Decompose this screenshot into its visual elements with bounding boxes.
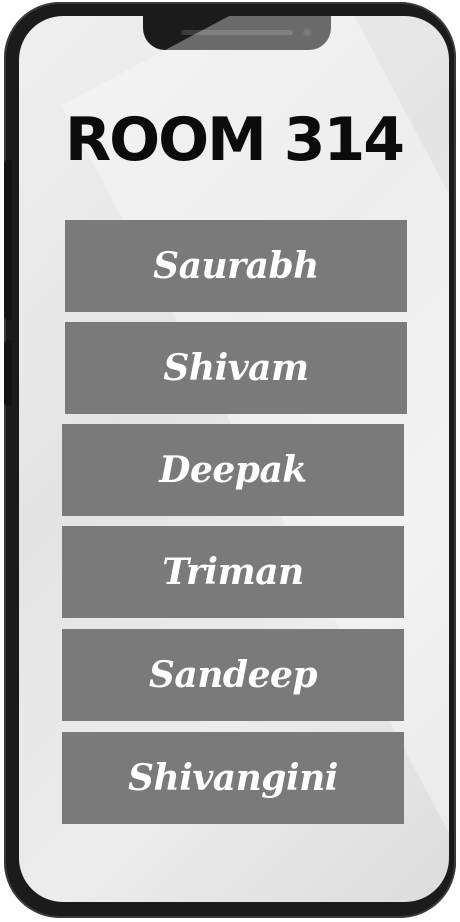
member-name: Saurabh (153, 245, 319, 287)
list-item-member-4[interactable]: Triman (62, 526, 404, 618)
list-item-member-3[interactable]: Deepak (62, 424, 404, 516)
member-name: Sandeep (148, 654, 318, 696)
list-item-member-6[interactable]: Shivangini (62, 732, 404, 824)
power-button (4, 340, 12, 406)
member-name: Triman (162, 551, 304, 593)
volume-button (4, 160, 12, 320)
member-name: Deepak (159, 449, 307, 491)
phone-frame: ROOM 314 Saurabh Shivam Deepak Triman Sa… (4, 2, 456, 918)
phone-screen: ROOM 314 Saurabh Shivam Deepak Triman Sa… (19, 16, 449, 902)
member-name: Shivam (163, 347, 309, 389)
list-item-member-5[interactable]: Sandeep (62, 629, 404, 721)
member-name: Shivangini (128, 757, 338, 799)
member-list: Saurabh Shivam Deepak Triman Sandeep Shi… (19, 16, 449, 902)
list-item-member-1[interactable]: Saurabh (65, 220, 407, 312)
list-item-member-2[interactable]: Shivam (65, 322, 407, 414)
